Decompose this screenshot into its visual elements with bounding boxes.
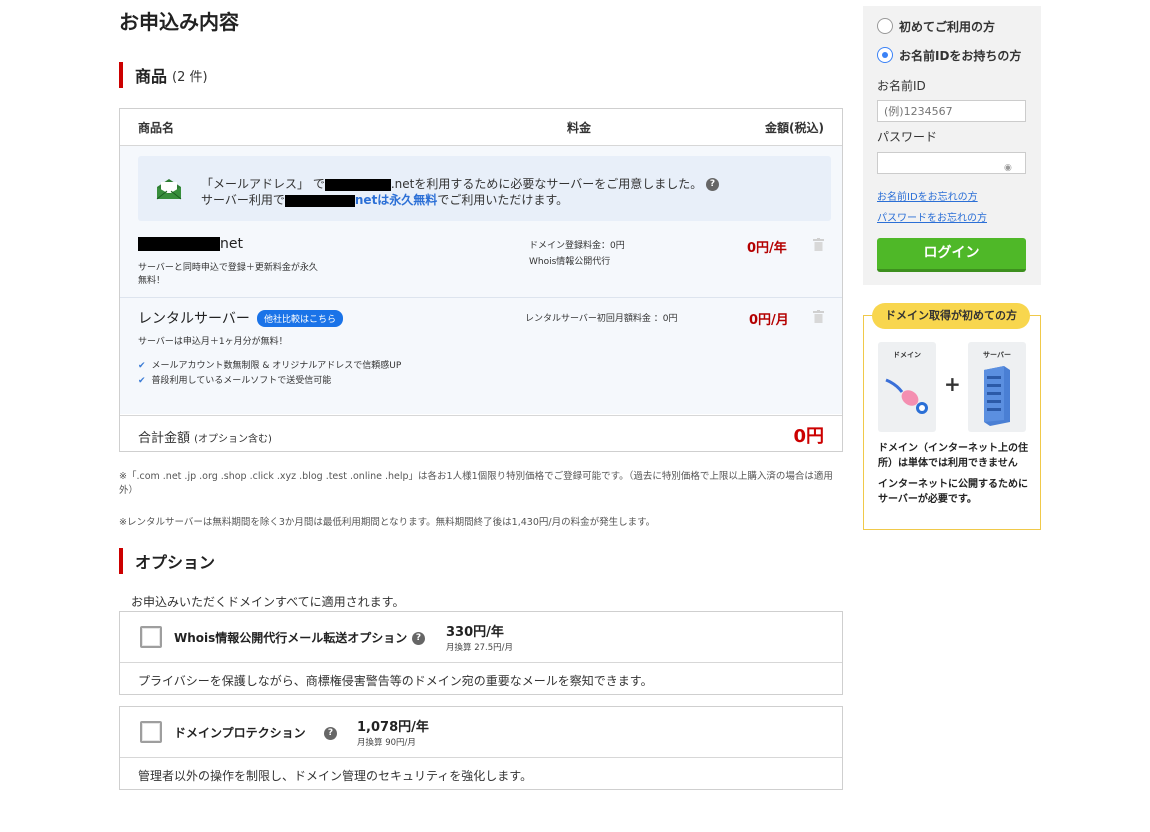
help-icon[interactable]: ? — [412, 632, 425, 645]
guide-text-2: インターネットに公開するためにサーバーが必要です。 — [878, 479, 1028, 505]
domain-fee-line-2: Whois情報公開代行 — [529, 257, 611, 267]
option-checkbox[interactable] — [140, 626, 162, 648]
options-heading: オプション — [119, 548, 215, 574]
col-amount: 金額(税込) — [765, 121, 824, 135]
trash-icon[interactable] — [813, 310, 824, 323]
server-desc: サーバーは申込月＋1ヶ月分が無料！ — [138, 337, 288, 347]
login-button[interactable]: ログイン — [877, 238, 1026, 272]
total-label-sub: (オプション含む) — [194, 434, 272, 445]
option-header: ドメインプロテクション ? 1,078円/年 月換算 90円/月 — [120, 707, 842, 758]
notice-free-link: netは永久無料 — [354, 193, 438, 207]
products-heading: 商品 (2 件) — [119, 62, 208, 88]
server-feature-1: ✔ メールアカウント数無制限 & オリジナルアドレスで信頼感UP — [138, 360, 401, 373]
forgot-password-link[interactable]: パスワードをお忘れの方 — [877, 209, 987, 224]
server-tile-label: サーバー — [983, 351, 1011, 359]
first-domain-guide[interactable]: ドメイン取得が初めての方 ドメイン + サーバー ドメイン（インターネット上の住… — [863, 303, 1041, 530]
server-name: レンタルサーバー — [138, 311, 250, 327]
col-product-name: 商品名 — [138, 121, 175, 135]
server-tile: サーバー — [968, 342, 1026, 432]
notice-line-2-suffix: でご利用いただけます。 — [437, 193, 569, 207]
trash-icon[interactable] — [813, 238, 824, 251]
domain-fee-line-1: ドメイン登録料金：0円 — [529, 241, 625, 251]
domain-desc: サーバーと同時申込で登録＋更新料金が永久無料！ — [138, 263, 318, 286]
server-notice: 「メールアドレス」 で .netを利用するために必要なサーバーをご用意しました。 … — [138, 156, 831, 221]
domain-name-suffix: net — [220, 236, 243, 252]
note-min-term: ※レンタルサーバーは無料期間を除く3か月間は最低利用期間となります。無料期間終了… — [119, 517, 656, 528]
check-icon: ✔ — [138, 376, 146, 386]
redacted-domain — [324, 178, 391, 191]
check-icon: ✔ — [138, 361, 146, 371]
server-icon — [984, 366, 1010, 426]
option-whois-forward: Whois情報公開代行メール転送オプション ? 330円/年 月換算 27.5円… — [119, 611, 843, 695]
server-row: レンタルサーバー 他社比較はこちら レンタルサーバー初回月額料金 ：0円 0円/… — [120, 298, 842, 414]
id-input[interactable] — [877, 100, 1026, 122]
cart-header: 商品名 料金 金額(税込) — [120, 109, 842, 146]
id-label: お名前ID — [877, 79, 926, 93]
domain-name: net — [138, 236, 243, 252]
guide-text-1: ドメイン（インターネット上の住所）は単体では利用できません — [878, 443, 1028, 469]
col-fee: 料金 — [567, 121, 592, 135]
server-fee: レンタルサーバー初回月額料金 ：0円 — [525, 314, 678, 324]
cart-body: 「メールアドレス」 で .netを利用するために必要なサーバーをご用意しました。 … — [120, 146, 842, 414]
domain-tile: ドメイン — [878, 342, 936, 432]
server-feature-1-text: メールアカウント数無制限 & オリジナルアドレスで信頼感UP — [151, 361, 402, 371]
compare-badge[interactable]: 他社比較はこちら — [257, 310, 344, 327]
notice-line-1-prefix: 「メールアドレス」 で — [201, 177, 325, 191]
login-panel: 初めてご利用の方 お名前IDをお持ちの方 お名前ID パスワード ◉ お名前ID… — [863, 6, 1041, 285]
forgot-id-link[interactable]: お名前IDをお忘れの方 — [877, 188, 978, 203]
option-name: Whois情報公開代行メール転送オプション — [174, 631, 408, 645]
redacted-domain-name — [138, 237, 220, 251]
note-special-price: ※「.com .net .jp .org .shop .click .xyz .… — [119, 471, 833, 496]
cart-table: 商品名 料金 金額(税込) 「メールアドレス」 で .netを利用するために必要な… — [119, 108, 843, 452]
domain-row: net サーバーと同時申込で登録＋更新料金が永久無料！ ドメイン登録料金：0円 … — [120, 226, 842, 298]
help-icon[interactable]: ? — [706, 178, 720, 191]
notice-line-2-prefix: サーバー利用で — [201, 193, 285, 207]
option-price: 1,078円/年 — [357, 720, 429, 735]
password-label: パスワード — [877, 130, 938, 144]
total-label: 合計金額 (オプション含む) — [138, 427, 272, 446]
radio-has-id-label[interactable]: お名前IDをお持ちの方 — [899, 47, 1021, 64]
radio-has-id[interactable] — [877, 47, 893, 63]
redacted-domain-2 — [284, 194, 355, 207]
total-row: 合計金額 (オプション含む) 0円 — [120, 415, 842, 452]
option-domain-protection: ドメインプロテクション ? 1,078円/年 月換算 90円/月 管理者以外の操… — [119, 706, 843, 790]
option-checkbox[interactable] — [140, 721, 162, 743]
domain-price: 0円/年 — [747, 241, 787, 256]
notice-line-2: サーバー利用で netは永久無料でご利用いただけます。 — [201, 191, 568, 208]
mail-icon — [156, 179, 182, 200]
help-icon[interactable]: ? — [324, 727, 337, 740]
server-price: 0円/月 — [749, 313, 789, 328]
domain-cable-icon — [885, 378, 928, 414]
option-price: 330円/年 — [446, 625, 504, 640]
total-amount: 0円 — [793, 426, 824, 447]
page-title: お申込み内容 — [119, 10, 239, 34]
server-feature-2-text: 普段利用しているメールソフトで送受信可能 — [151, 376, 332, 386]
products-count: (2 件) — [172, 69, 208, 85]
radio-first-time[interactable] — [877, 18, 893, 34]
option-monthly: 月換算 27.5円/月 — [446, 643, 513, 653]
options-desc: お申込みいただくドメインすべてに適用されます。 — [131, 595, 405, 609]
guide-tab[interactable]: ドメイン取得が初めての方 — [872, 303, 1030, 329]
option-text: 管理者以外の操作を制限し、ドメイン管理のセキュリティを強化します。 — [138, 769, 533, 783]
radio-first-time-label[interactable]: 初めてご利用の方 — [899, 18, 995, 35]
notice-line-1-suffix: .netを利用するために必要なサーバーをご用意しました。 — [390, 177, 703, 191]
domain-tile-label: ドメイン — [893, 351, 921, 359]
options-heading-label: オプション — [135, 553, 216, 572]
eye-icon[interactable]: ◉ — [1004, 163, 1012, 173]
option-monthly: 月換算 90円/月 — [357, 738, 416, 748]
total-label-text: 合計金額 — [138, 431, 191, 446]
option-name: ドメインプロテクション — [174, 726, 306, 740]
option-text: プライバシーを保護しながら、商標権侵害警告等のドメイン宛の重要なメールを察知でき… — [138, 674, 653, 688]
plus-sign: + — [944, 372, 961, 396]
notice-line-1: 「メールアドレス」 で .netを利用するために必要なサーバーをご用意しました。 … — [201, 175, 720, 192]
products-heading-label: 商品 — [135, 67, 168, 86]
server-feature-2: ✔ 普段利用しているメールソフトで送受信可能 — [138, 375, 331, 388]
option-header: Whois情報公開代行メール転送オプション ? 330円/年 月換算 27.5円… — [120, 612, 842, 663]
